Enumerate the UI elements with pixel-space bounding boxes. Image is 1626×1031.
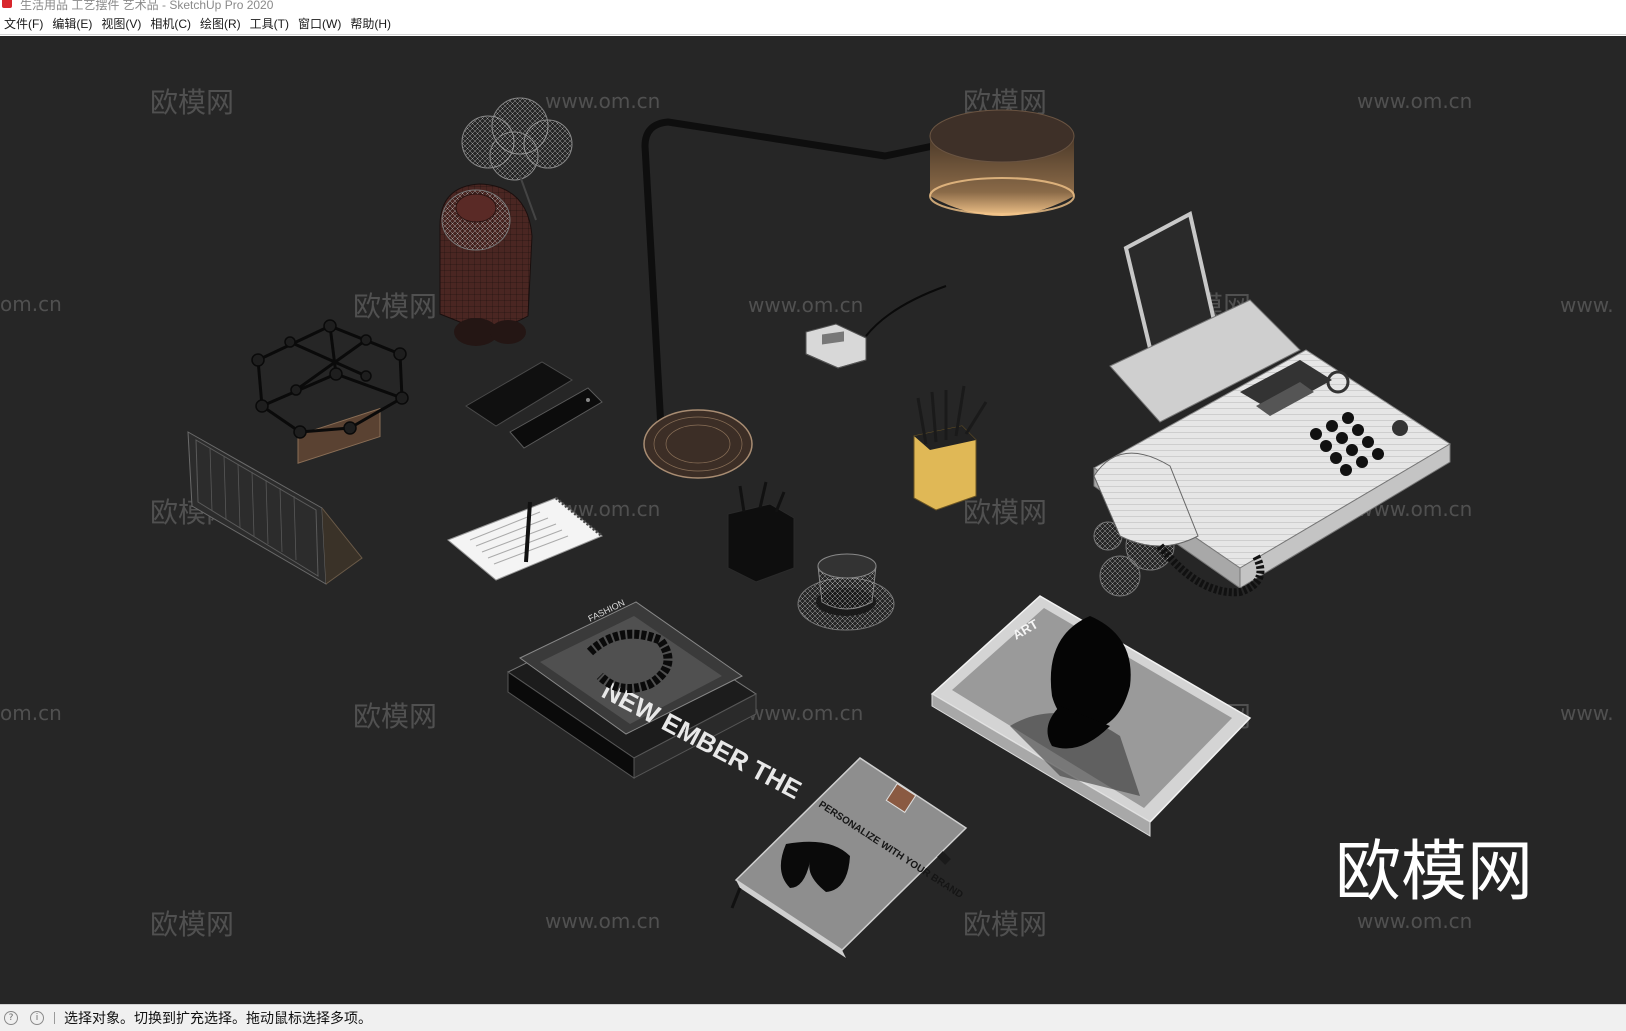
- watermark-url-partial: om.cn: [0, 292, 62, 316]
- menu-window[interactable]: 窗口(W): [296, 13, 348, 34]
- menu-file[interactable]: 文件(F): [2, 13, 50, 34]
- menu-help[interactable]: 帮助(H): [348, 13, 398, 34]
- photo-frame-model[interactable]: [187, 431, 363, 585]
- brand-logo-large: 欧模网: [1335, 833, 1533, 910]
- watermark-url-prefix: www.: [1560, 293, 1614, 317]
- watermark-brand: 欧模网: [963, 908, 1047, 941]
- watermark-brand: 欧模网: [150, 86, 234, 119]
- title-bar: 生活用品 工艺摆件 艺术品 - SketchUp Pro 2020: [0, 0, 1626, 12]
- geo-location-icon[interactable]: ?: [4, 1011, 18, 1025]
- window-title: 生活用品 工艺摆件 艺术品 - SketchUp Pro 2020: [20, 0, 274, 12]
- status-bar: ? i 选择对象。切换到扩充选择。拖动鼠标选择多项。: [0, 1004, 1626, 1031]
- watermark-brand: 欧模网: [353, 700, 437, 733]
- smartphones-model[interactable]: [465, 361, 603, 449]
- watermark-brand: 欧模网: [963, 496, 1047, 529]
- cloud-bear-figurine[interactable]: [439, 97, 573, 346]
- watermark-url-partial: om.cn: [0, 701, 62, 725]
- watermark-brand: 欧模网: [353, 290, 437, 323]
- watermark-url-prefix: www.: [1560, 701, 1614, 725]
- watermark-url: www.om.cn: [748, 293, 863, 317]
- yellow-pencil-cup-model[interactable]: [913, 385, 988, 511]
- status-separator: [54, 1012, 55, 1024]
- watermark-url: www.om.cn: [1357, 909, 1472, 933]
- molecule-sculpture[interactable]: [251, 319, 409, 464]
- menu-camera[interactable]: 相机(C): [148, 13, 198, 34]
- watermark-url: www.om.cn: [545, 909, 660, 933]
- watermark-url: www.om.cn: [545, 89, 660, 113]
- watermark-url: www.om.cn: [748, 701, 863, 725]
- art-book-model[interactable]: ART: [930, 521, 1252, 837]
- teacup-saucer-model[interactable]: [797, 553, 895, 631]
- watermark-brand: 欧模网: [150, 908, 234, 941]
- menu-edit[interactable]: 编辑(E): [50, 13, 99, 34]
- info-icon[interactable]: i: [30, 1011, 44, 1025]
- status-message: 选择对象。切换到扩充选择。拖动鼠标选择多项。: [64, 1010, 372, 1026]
- menu-draw[interactable]: 绘图(R): [198, 13, 248, 34]
- 3d-viewport[interactable]: 欧模网 www.om.cn 欧模网 www.om.cn om.cn 欧模网 ww…: [0, 36, 1626, 1004]
- sketchup-app-icon: [2, 0, 12, 8]
- menu-bar: 文件(F) 编辑(E) 视图(V) 相机(C) 绘图(R) 工具(T) 窗口(W…: [0, 12, 1626, 35]
- black-pen-holder-model[interactable]: [727, 481, 795, 583]
- watermark-url: www.om.cn: [1357, 89, 1472, 113]
- fax-machine-model[interactable]: [1093, 211, 1451, 597]
- menu-view[interactable]: 视图(V): [99, 13, 148, 34]
- menu-tools[interactable]: 工具(T): [248, 13, 296, 34]
